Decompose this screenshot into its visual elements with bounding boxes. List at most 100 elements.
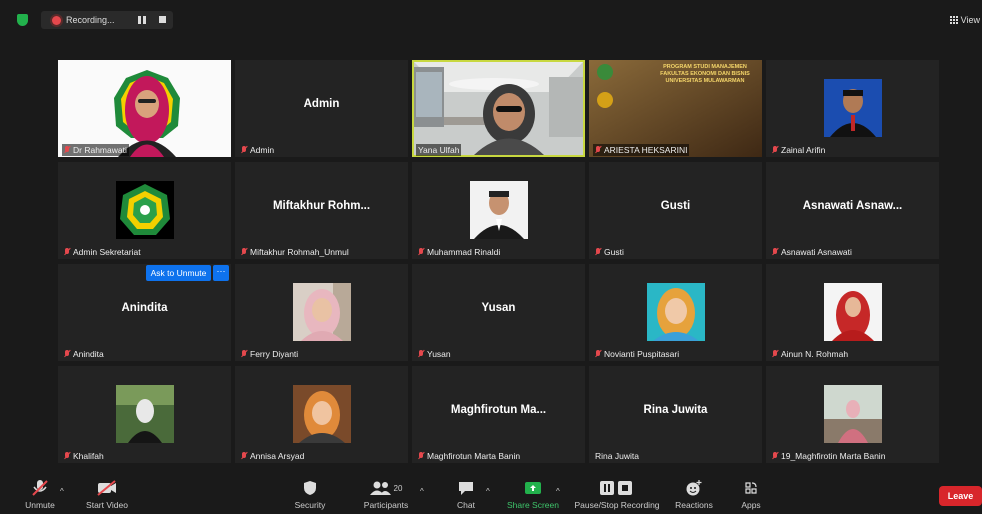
meeting-toolbar [8,470,982,514]
mic-muted-icon [418,350,424,358]
view-button[interactable]: View [949,15,980,25]
participant-label: Anindita [62,348,106,360]
video-tile[interactable]: Admin Admin [235,60,408,157]
participant-display-name: Asnawati Asnaw... [802,200,903,212]
unmute-button[interactable]: Unmute [20,478,60,510]
more-options-button[interactable]: ··· [213,265,229,281]
video-tile[interactable]: Asnawati Asnaw... Asnawati Asnawati [766,162,939,259]
participant-label: Muhammad Rinaldi [416,246,502,258]
apps-icon [745,482,757,494]
video-tile[interactable]: Admin Sekretariat [58,162,231,259]
participant-photo [293,385,351,443]
mic-muted-icon [595,350,601,358]
participant-label: Rina Juwita [595,451,639,461]
mic-muted-icon [772,452,778,460]
participant-photo [824,283,882,341]
mic-muted-icon [772,248,778,256]
participant-label: Ainun N. Rohmah [770,348,850,360]
pause-stop-recording-button[interactable]: Pause/Stop Recording [572,478,662,510]
pause-stop-icon [600,481,632,495]
mic-muted-icon [64,452,70,460]
video-camera-off-icon [97,480,116,496]
mic-muted-icon [772,146,778,154]
stop-recording-icon[interactable] [159,16,166,23]
participant-label: Yana Ulfah [416,144,462,156]
mic-muted-icon [64,248,70,256]
organization-logo [116,181,174,239]
ask-to-unmute-button[interactable]: Ask to Unmute [146,265,211,281]
participant-label: Khalifah [62,450,106,462]
participant-display-name: Yusan [481,302,516,314]
participant-photo [293,283,351,341]
microphone-off-icon [32,480,48,496]
apps-button[interactable]: Apps [733,478,769,510]
participant-photo [116,385,174,443]
mic-muted-icon [64,350,70,358]
video-tile[interactable]: Ferry Diyanti [235,264,408,361]
chat-options-chevron-icon[interactable]: ^ [486,487,490,496]
participant-video [414,62,583,155]
participant-display-name: Anindita [121,302,168,314]
smiley-icon [686,480,702,496]
grid-icon [949,16,958,24]
mic-muted-icon [772,350,778,358]
participant-label: Dr Rahmawati [62,144,129,156]
mic-muted-icon [64,146,70,154]
leave-button[interactable]: Leave [939,486,982,506]
video-tile[interactable]: Yusan Yusan [412,264,585,361]
video-tile[interactable]: Zainal Arifin [766,60,939,157]
pause-recording-icon[interactable] [138,16,146,24]
participant-label: Miftakhur Rohmah_Unmul [239,246,351,258]
video-tile[interactable]: Gusti Gusti [589,162,762,259]
participant-display-name: Rina Juwita [643,404,708,416]
mic-muted-icon [241,452,247,460]
video-tile[interactable]: PROGRAM STUDI MANAJEMEN FAKULTAS EKONOMI… [589,60,762,157]
mic-muted-icon [241,350,247,358]
video-tile[interactable]: Novianti Puspitasari [589,264,762,361]
mic-muted-icon [241,248,247,256]
participant-count: 20 [393,483,403,493]
video-tile[interactable]: Ainun N. Rohmah [766,264,939,361]
share-screen-icon [525,482,541,494]
video-tile[interactable]: Miftakhur Rohm... Miftakhur Rohmah_Unmul [235,162,408,259]
start-video-button[interactable]: Start Video [82,478,132,510]
participant-label: Novianti Puspitasari [593,348,681,360]
video-tile[interactable]: Dr Rahmawati [58,60,231,157]
participants-button[interactable]: 20 Participants [360,478,412,510]
video-tile[interactable]: Rina Juwita Rina Juwita [589,366,762,463]
audio-options-chevron-icon[interactable]: ^ [60,487,64,496]
participant-label: Admin Sekretariat [62,246,143,258]
view-label: View [960,15,980,25]
participant-label: ARIESTA HEKSARINI [593,144,690,156]
participant-photo [824,79,882,137]
participant-label: Admin [239,144,276,156]
share-screen-button[interactable]: Share Screen [505,478,561,510]
participant-photo [824,385,882,443]
video-tile[interactable]: 19_Maghfirotin Marta Banin [766,366,939,463]
chat-button[interactable]: Chat [448,478,484,510]
mic-muted-icon [595,248,601,256]
video-tile[interactable]: Muhammad Rinaldi [412,162,585,259]
participant-photo [647,283,705,341]
participant-label: Gusti [593,246,626,258]
shield-icon [304,481,316,495]
video-tile[interactable]: Maghfirotun Ma... Maghfirotun Marta Bani… [412,366,585,463]
chat-bubble-icon [459,482,473,495]
video-tile-active-speaker[interactable]: Yana Ulfah [412,60,585,157]
participants-options-chevron-icon[interactable]: ^ [420,487,424,496]
recording-dot-icon [52,16,61,25]
security-shield-icon[interactable] [17,14,28,26]
participants-icon [369,481,391,495]
participant-display-name: Gusti [660,200,691,212]
participant-display-name: Admin [303,98,340,110]
recording-label: Recording... [66,15,115,25]
share-options-chevron-icon[interactable]: ^ [556,487,560,496]
security-button[interactable]: Security [290,478,330,510]
participant-display-name: Maghfirotun Ma... [450,404,547,416]
mic-muted-icon [241,146,247,154]
participant-display-name: Miftakhur Rohm... [272,200,371,212]
video-tile[interactable]: Annisa Arsyad [235,366,408,463]
participant-label: Ferry Diyanti [239,348,300,360]
reactions-button[interactable]: Reactions [672,478,716,510]
video-tile[interactable]: Khalifah [58,366,231,463]
